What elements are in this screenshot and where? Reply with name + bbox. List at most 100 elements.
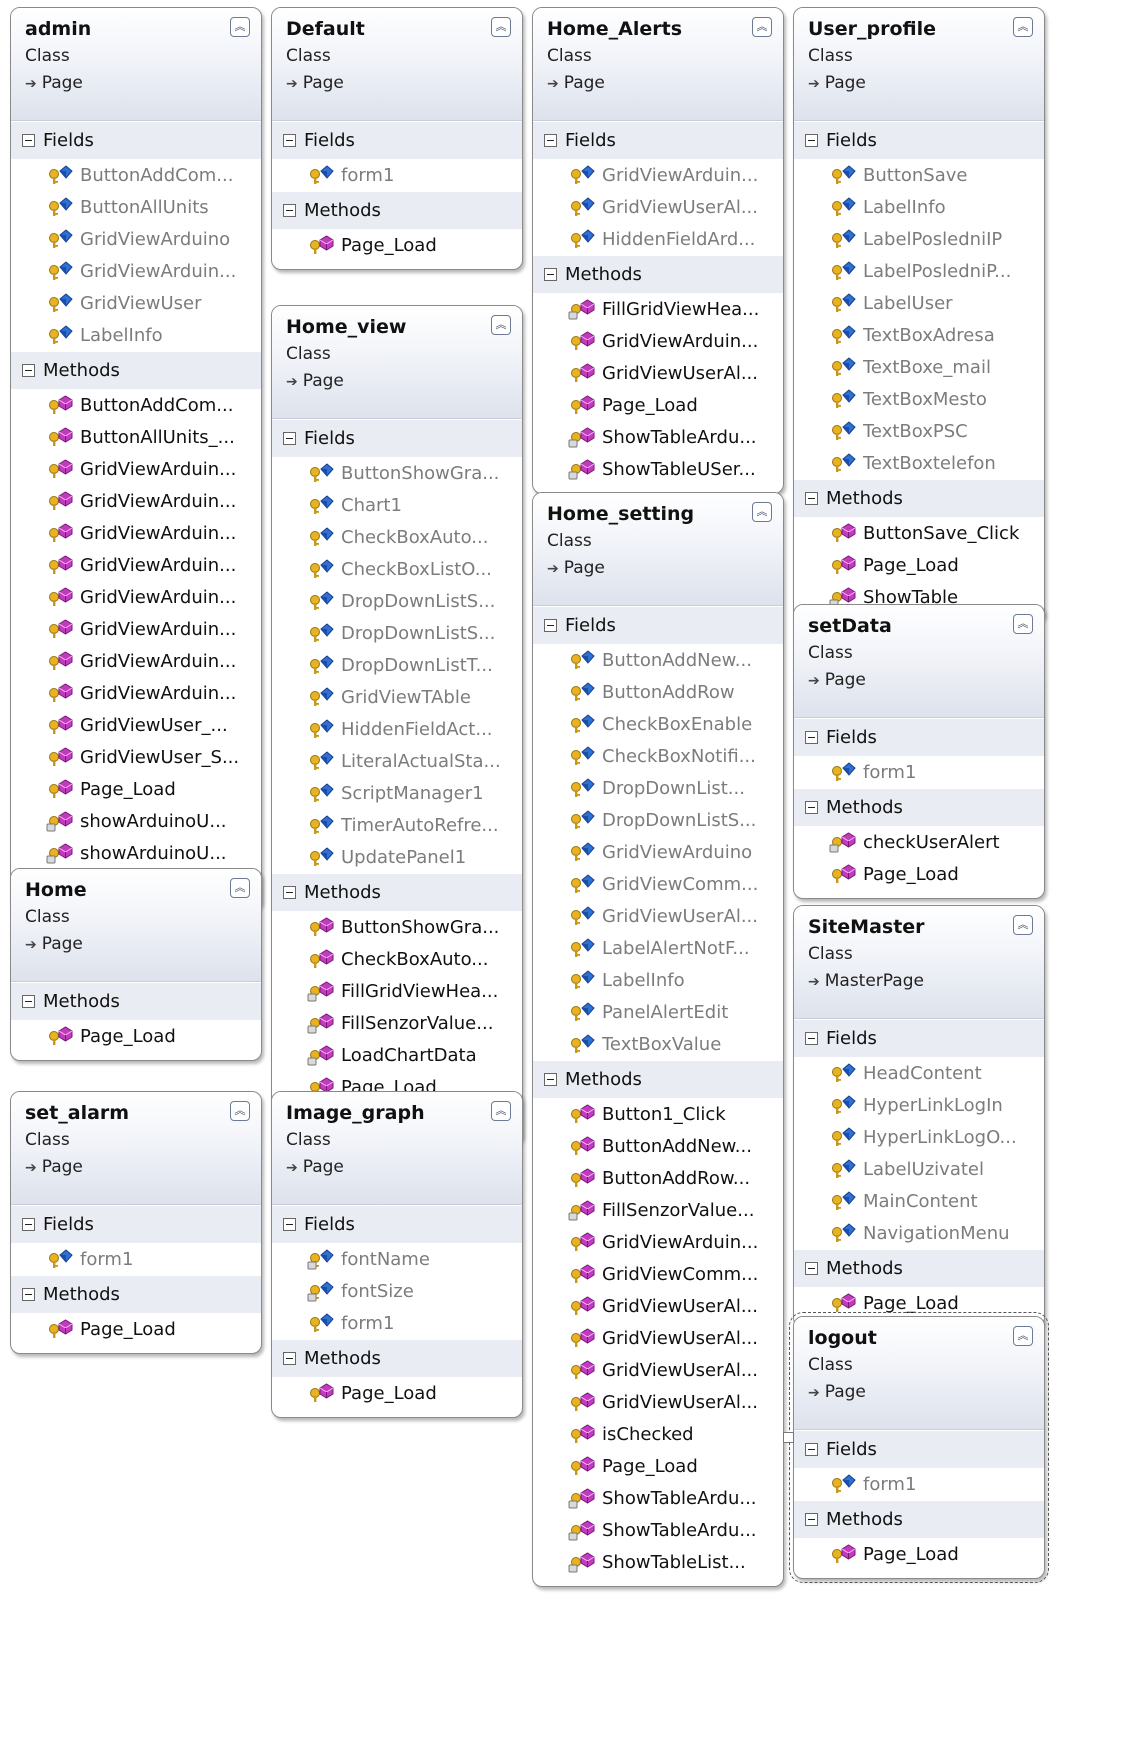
methods-section-header[interactable]: Methods <box>11 982 261 1020</box>
method-item[interactable]: Page_Load <box>11 773 261 805</box>
field-item[interactable]: TextBoxtelefon <box>794 447 1044 479</box>
class-box-image_graph[interactable]: Image_graph Class ➔ Page ︽ Fields fontNam… <box>271 1091 523 1418</box>
method-item[interactable]: Page_Load <box>11 1313 261 1345</box>
method-item[interactable]: CheckBoxAuto... <box>272 943 522 975</box>
collapse-chevron-icon[interactable]: ︽ <box>230 1101 250 1121</box>
class-header[interactable]: Home Class ➔ Page ︽ <box>11 869 261 982</box>
collapse-minus-icon[interactable] <box>283 886 296 899</box>
class-header[interactable]: Default Class ➔ Page ︽ <box>272 8 522 121</box>
fields-section-header[interactable]: Fields <box>272 1205 522 1243</box>
method-item[interactable]: GridViewUserAl... <box>533 1386 783 1418</box>
class-box-logout[interactable]: logout Class ➔ Page ︽ Fields form1 Method… <box>789 1312 1049 1583</box>
collapse-minus-icon[interactable] <box>544 134 557 147</box>
method-item[interactable]: Page_Load <box>272 1377 522 1409</box>
method-item[interactable]: Page_Load <box>533 389 783 421</box>
method-item[interactable]: Button1_Click <box>533 1098 783 1130</box>
field-item[interactable]: CheckBoxAuto... <box>272 521 522 553</box>
fields-section-header[interactable]: Fields <box>272 419 522 457</box>
collapse-minus-icon[interactable] <box>283 1352 296 1365</box>
method-item[interactable]: GridViewArduin... <box>11 485 261 517</box>
field-item[interactable]: ButtonAllUnits <box>11 191 261 223</box>
method-item[interactable]: GridViewUserAl... <box>533 1290 783 1322</box>
class-box-home_setting[interactable]: Home_setting Class ➔ Page ︽ Fields Button… <box>532 492 784 1587</box>
field-item[interactable]: form1 <box>794 1468 1044 1500</box>
fields-section-header[interactable]: Fields <box>794 1430 1044 1468</box>
method-item[interactable]: GridViewUserAl... <box>533 1354 783 1386</box>
class-header[interactable]: admin Class ➔ Page ︽ <box>11 8 261 121</box>
method-item[interactable]: Page_Load <box>794 858 1044 890</box>
methods-section-header[interactable]: Methods <box>533 255 783 293</box>
methods-section-header[interactable]: Methods <box>272 191 522 229</box>
method-item[interactable]: GridViewComm... <box>533 1258 783 1290</box>
field-item[interactable]: LabelUzivatel <box>794 1153 1044 1185</box>
field-item[interactable]: ButtonAddRow <box>533 676 783 708</box>
methods-section-header[interactable]: Methods <box>794 479 1044 517</box>
field-item[interactable]: CheckBoxListO... <box>272 553 522 585</box>
method-item[interactable]: Page_Load <box>794 1287 1044 1319</box>
field-item[interactable]: TextBoxValue <box>533 1028 783 1060</box>
field-item[interactable]: GridViewArduin... <box>533 159 783 191</box>
method-item[interactable]: ShowTableList... <box>533 1546 783 1578</box>
field-item[interactable]: GridViewUser <box>11 287 261 319</box>
method-item[interactable]: Page_Load <box>794 549 1044 581</box>
class-box-home[interactable]: Home Class ➔ Page ︽ Methods Page_Load <box>10 868 262 1061</box>
field-item[interactable]: DropDownListS... <box>272 585 522 617</box>
method-item[interactable]: GridViewUser_... <box>11 709 261 741</box>
field-item[interactable]: TextBoxAdresa <box>794 319 1044 351</box>
fields-section-header[interactable]: Fields <box>794 121 1044 159</box>
field-item[interactable]: fontName <box>272 1243 522 1275</box>
collapse-chevron-icon[interactable]: ︽ <box>230 17 250 37</box>
collapse-chevron-icon[interactable]: ︽ <box>491 17 511 37</box>
methods-section-header[interactable]: Methods <box>11 1275 261 1313</box>
field-item[interactable]: HiddenFieldAct... <box>272 713 522 745</box>
fields-section-header[interactable]: Fields <box>11 1205 261 1243</box>
fields-section-header[interactable]: Fields <box>794 1019 1044 1057</box>
method-item[interactable]: showArduinoU... <box>11 837 261 869</box>
class-box-user_profile[interactable]: User_profile Class ➔ Page ︽ Fields Button… <box>793 7 1045 622</box>
collapse-chevron-icon[interactable]: ︽ <box>491 1101 511 1121</box>
method-item[interactable]: GridViewArduin... <box>11 581 261 613</box>
field-item[interactable]: ButtonAddCom... <box>11 159 261 191</box>
field-item[interactable]: HeadContent <box>794 1057 1044 1089</box>
field-item[interactable]: DropDownList... <box>533 772 783 804</box>
collapse-minus-icon[interactable] <box>22 1288 35 1301</box>
fields-section-header[interactable]: Fields <box>794 718 1044 756</box>
field-item[interactable]: Chart1 <box>272 489 522 521</box>
methods-section-header[interactable]: Methods <box>794 1500 1044 1538</box>
class-header[interactable]: set_alarm Class ➔ Page ︽ <box>11 1092 261 1205</box>
class-header[interactable]: SiteMaster Class ➔ MasterPage ︽ <box>794 906 1044 1019</box>
class-box-home_alerts[interactable]: Home_Alerts Class ➔ Page ︽ Fields GridVie… <box>532 7 784 494</box>
methods-section-header[interactable]: Methods <box>533 1060 783 1098</box>
class-header[interactable]: setData Class ➔ Page ︽ <box>794 605 1044 718</box>
field-item[interactable]: form1 <box>794 756 1044 788</box>
method-item[interactable]: GridViewArduin... <box>11 549 261 581</box>
field-item[interactable]: TimerAutoRefre... <box>272 809 522 841</box>
method-item[interactable]: FillGridViewHea... <box>272 975 522 1007</box>
collapse-minus-icon[interactable] <box>283 1218 296 1231</box>
collapse-chevron-icon[interactable]: ︽ <box>1013 915 1033 935</box>
collapse-minus-icon[interactable] <box>544 619 557 632</box>
collapse-chevron-icon[interactable]: ︽ <box>752 17 772 37</box>
fields-section-header[interactable]: Fields <box>11 121 261 159</box>
methods-section-header[interactable]: Methods <box>794 1249 1044 1287</box>
collapse-minus-icon[interactable] <box>805 731 818 744</box>
class-header[interactable]: logout Class ➔ Page ︽ <box>794 1317 1044 1430</box>
field-item[interactable]: LabelPosledniP... <box>794 255 1044 287</box>
field-item[interactable]: MainContent <box>794 1185 1044 1217</box>
method-item[interactable]: GridViewArduin... <box>11 645 261 677</box>
class-header[interactable]: Image_graph Class ➔ Page ︽ <box>272 1092 522 1205</box>
field-item[interactable]: GridViewArduino <box>533 836 783 868</box>
field-item[interactable]: TextBoxe_mail <box>794 351 1044 383</box>
class-box-admin[interactable]: admin Class ➔ Page ︽ Fields ButtonAddCom.… <box>10 7 262 910</box>
class-box-home_view[interactable]: Home_view Class ➔ Page ︽ Fields ButtonSho… <box>271 305 523 1144</box>
method-item[interactable]: FillSenzorValue... <box>533 1194 783 1226</box>
method-item[interactable]: ButtonShowGra... <box>272 911 522 943</box>
field-item[interactable]: LabelInfo <box>533 964 783 996</box>
field-item[interactable]: GridViewUserAl... <box>533 900 783 932</box>
field-item[interactable]: NavigationMenu <box>794 1217 1044 1249</box>
field-item[interactable]: DropDownListS... <box>533 804 783 836</box>
field-item[interactable]: GridViewComm... <box>533 868 783 900</box>
method-item[interactable]: GridViewArduin... <box>533 1226 783 1258</box>
field-item[interactable]: HiddenFieldArd... <box>533 223 783 255</box>
class-box-set_alarm[interactable]: set_alarm Class ➔ Page ︽ Fields form1 Met… <box>10 1091 262 1354</box>
